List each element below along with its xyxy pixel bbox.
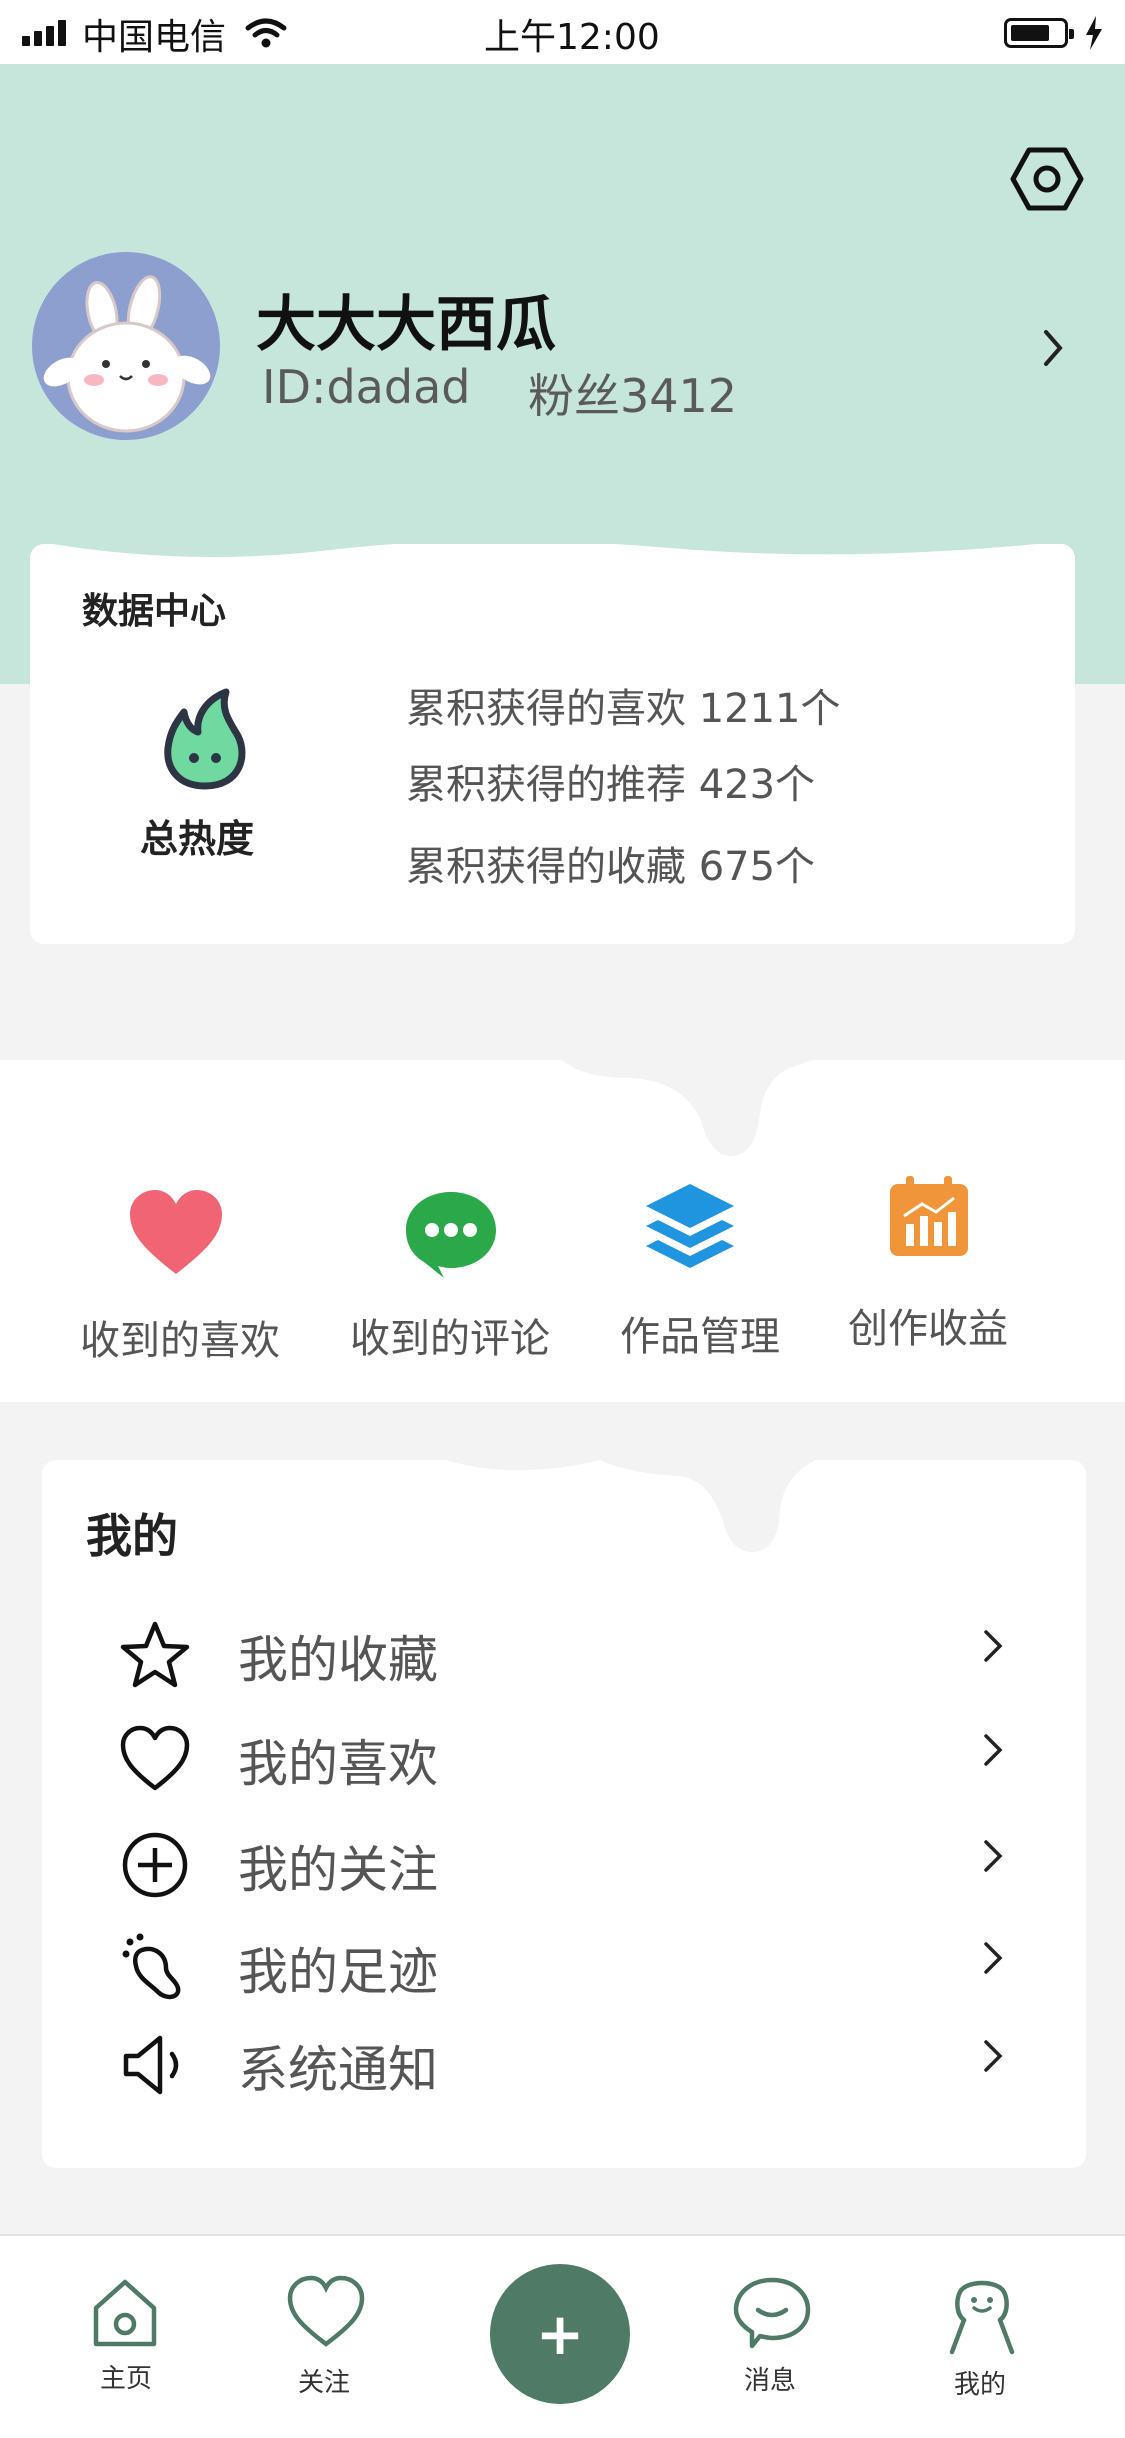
menu-item-label: 我的喜欢 (238, 1735, 438, 1793)
action-received-comments[interactable]: 收到的评论 (340, 1190, 580, 1370)
chevron-right-icon (984, 2040, 1003, 2072)
chevron-right-icon (984, 1630, 1003, 1662)
drip-decoration (440, 1458, 820, 1552)
speaker-icon (123, 2035, 179, 2095)
nav-home[interactable]: 主页 (80, 2270, 176, 2400)
nav-label: 我的 (954, 2370, 1007, 2400)
charging-icon (1086, 16, 1102, 50)
carrier-label: 中国电信 (82, 17, 227, 58)
chevron-right-icon (984, 1840, 1003, 1872)
menu-item-notifications[interactable]: 系统通知 (42, 2018, 1086, 2108)
fire-icon (164, 688, 246, 790)
heart-outline-icon (120, 1725, 190, 1791)
nav-follow[interactable]: 关注 (278, 2270, 374, 2400)
nav-messages[interactable]: 消息 (724, 2272, 820, 2402)
nav-label: 主页 (100, 2364, 153, 2394)
drip-decoration (560, 1058, 820, 1156)
status-time: 上午12:00 (484, 17, 660, 58)
chat-bubble-icon (406, 1192, 496, 1278)
settings-icon[interactable] (1010, 146, 1084, 212)
chevron-right-icon (984, 1942, 1003, 1974)
wifi-icon (245, 18, 287, 48)
my-section-title: 我的 (86, 1509, 178, 1563)
data-center-title: 数据中心 (82, 591, 227, 632)
chevron-right-icon[interactable] (1042, 328, 1064, 368)
heart-icon (130, 1190, 222, 1274)
action-label: 收到的喜欢 (80, 1318, 280, 1364)
menu-item-label: 我的关注 (238, 1841, 438, 1899)
calendar-chart-icon (890, 1176, 968, 1256)
total-heat-label: 总热度 (140, 817, 255, 861)
action-label: 收到的评论 (350, 1316, 550, 1362)
action-works-management[interactable]: 作品管理 (600, 1180, 820, 1370)
signal-icon (22, 20, 72, 46)
action-label: 创作收益 (848, 1306, 1008, 1352)
menu-item-favorites[interactable]: 我的收藏 (42, 1608, 1086, 1698)
avatar[interactable] (32, 252, 220, 440)
action-creator-earnings[interactable]: 创作收益 (830, 1176, 1050, 1366)
chevron-right-icon (984, 1734, 1003, 1766)
layers-icon (646, 1184, 734, 1268)
nav-mine[interactable]: 我的 (934, 2274, 1030, 2404)
bunny-avatar-icon (43, 275, 211, 433)
action-received-likes[interactable]: 收到的喜欢 (60, 1190, 300, 1370)
stat-recommends: 累积获得的推荐 423个 (406, 762, 816, 808)
message-bubble-icon (733, 2277, 811, 2349)
create-button[interactable]: + (490, 2264, 630, 2404)
menu-item-likes[interactable]: 我的喜欢 (42, 1712, 1086, 1802)
stat-likes: 累积获得的喜欢 1211个 (406, 686, 841, 732)
menu-item-label: 我的收藏 (238, 1631, 438, 1689)
battery-icon (1004, 18, 1074, 48)
profile-fans[interactable]: 粉丝3412 (528, 360, 737, 426)
action-label: 作品管理 (620, 1314, 780, 1360)
footprint-icon (122, 1933, 181, 2000)
profile-name: 大大大西瓜 (256, 290, 556, 360)
heart-outline-icon (287, 2275, 365, 2347)
nav-label: 关注 (298, 2368, 351, 2398)
star-icon (120, 1621, 190, 1688)
plus-circle-icon (122, 1832, 188, 1898)
menu-item-footprints[interactable]: 我的足迹 (42, 1920, 1086, 2010)
status-bar: 中国电信 上午12:00 (0, 0, 1125, 64)
home-icon (93, 2279, 157, 2347)
menu-item-label: 我的足迹 (238, 1943, 438, 2001)
stat-favorites: 累积获得的收藏 675个 (406, 844, 816, 890)
menu-item-label: 系统通知 (238, 2041, 438, 2099)
user-icon (949, 2280, 1015, 2355)
profile-id: ID:dadad (262, 360, 471, 414)
nav-label: 消息 (744, 2366, 797, 2396)
menu-item-following[interactable]: 我的关注 (42, 1818, 1086, 1908)
